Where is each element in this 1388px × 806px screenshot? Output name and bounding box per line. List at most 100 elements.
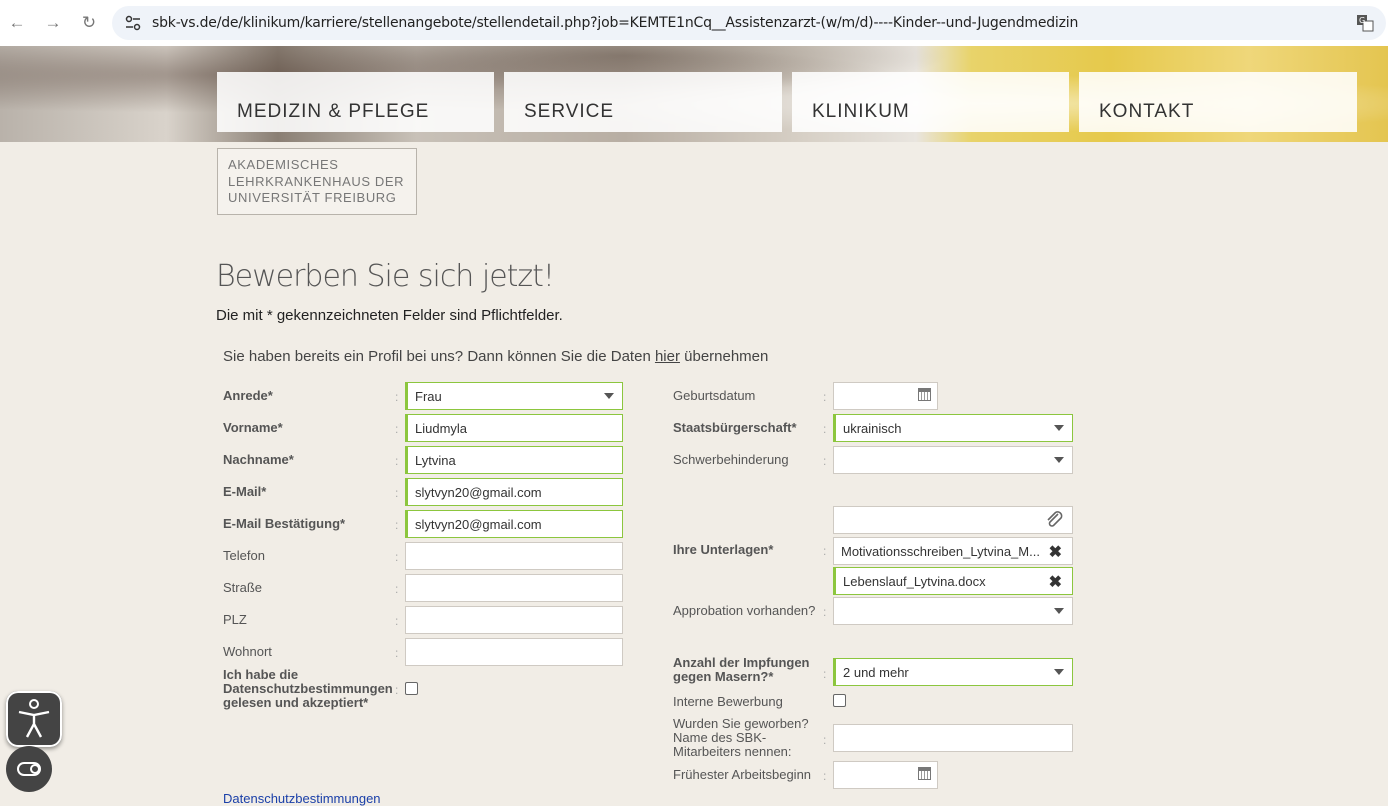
email-input[interactable]: slytvyn20@gmail.com xyxy=(405,478,623,506)
colon: : xyxy=(823,667,827,681)
arbeitsbeginn-input[interactable] xyxy=(833,761,938,789)
badge-line: LEHRKRANKENHAUS DER xyxy=(228,174,405,189)
wohnort-input[interactable] xyxy=(405,638,623,666)
arbeitsbeginn-label: Frühester Arbeitsbeginn xyxy=(673,767,812,782)
chevron-down-icon xyxy=(1054,669,1064,675)
browser-toolbar: ← → ↻ sbk-vs.de/de/klinikum/karriere/ste… xyxy=(0,0,1388,46)
approbation-label: Approbation vorhanden? xyxy=(673,603,816,618)
profile-import-link[interactable]: hier xyxy=(655,348,680,365)
colon: : xyxy=(395,422,399,436)
colon: : xyxy=(395,486,399,500)
staatsbuergerschaft-select[interactable]: ukrainisch xyxy=(833,414,1073,442)
uploaded-file-item: Lebenslauf_Lytvina.docx ✖ xyxy=(833,567,1073,595)
colon: : xyxy=(395,390,399,404)
address-bar[interactable]: sbk-vs.de/de/klinikum/karriere/stellenan… xyxy=(112,6,1386,40)
colon: : xyxy=(395,550,399,564)
colon: : xyxy=(823,422,827,436)
nav-item-service[interactable]: SERVICE xyxy=(504,72,782,132)
staatsbuergerschaft-value: ukrainisch xyxy=(843,421,902,436)
geburtsdatum-input[interactable] xyxy=(833,382,938,410)
approbation-select[interactable] xyxy=(833,597,1073,625)
toggle-widget-button[interactable] xyxy=(6,746,52,792)
geburtsdatum-label: Geburtsdatum xyxy=(673,388,756,403)
impfungen-select[interactable]: 2 und mehr xyxy=(833,658,1073,686)
university-badge: AKADEMISCHES LEHRKRANKENHAUS DER UNIVERS… xyxy=(217,148,417,215)
email-confirm-value: slytvyn20@gmail.com xyxy=(415,517,542,532)
reload-icon[interactable]: ↻ xyxy=(76,10,102,36)
hero-banner: MEDIZIN & PFLEGE SERVICE KLINIKUM KONTAK… xyxy=(0,46,1388,142)
profile-import-note: Sie haben bereits ein Profil bei uns? Da… xyxy=(223,348,768,365)
colon: : xyxy=(395,683,399,697)
toggle-icon xyxy=(17,762,41,776)
anrede-label: Anrede* xyxy=(223,388,273,403)
colon: : xyxy=(395,646,399,660)
plz-label: PLZ xyxy=(223,612,247,627)
interne-bewerbung-checkbox[interactable] xyxy=(833,694,846,707)
colon: : xyxy=(823,605,827,619)
telefon-input[interactable] xyxy=(405,542,623,570)
privacy-label: Ich habe die Datenschutzbestimmungen gel… xyxy=(223,667,393,710)
url-text: sbk-vs.de/de/klinikum/karriere/stellenan… xyxy=(152,15,1079,31)
file-name: Motivationsschreiben_Lytvina_M... xyxy=(841,544,1040,559)
impfungen-value: 2 und mehr xyxy=(843,665,909,680)
badge-line: AKADEMISCHES xyxy=(228,157,339,172)
email-confirm-input[interactable]: slytvyn20@gmail.com xyxy=(405,510,623,538)
telefon-label: Telefon xyxy=(223,548,265,563)
colon: : xyxy=(823,769,827,783)
back-arrow-icon[interactable]: ← xyxy=(4,10,30,36)
colon: : xyxy=(395,582,399,596)
email-value: slytvyn20@gmail.com xyxy=(415,485,542,500)
unterlagen-label: Ihre Unterlagen* xyxy=(673,542,774,557)
chevron-down-icon xyxy=(1054,425,1064,431)
nav-item-label: SERVICE xyxy=(524,101,615,122)
colon: : xyxy=(823,454,827,468)
calendar-icon[interactable] xyxy=(918,388,931,401)
nachname-label: Nachname* xyxy=(223,452,294,467)
profile-note-text: übernehmen xyxy=(679,348,769,365)
email-confirm-label: E-Mail Bestätigung* xyxy=(223,516,346,531)
wohnort-label: Wohnort xyxy=(223,644,272,659)
nav-item-klinikum[interactable]: KLINIKUM xyxy=(792,72,1069,132)
vorname-value: Liudmyla xyxy=(415,421,468,436)
vorname-label: Vorname* xyxy=(223,420,283,435)
site-settings-icon[interactable] xyxy=(124,14,142,32)
remove-file-icon[interactable]: ✖ xyxy=(1049,542,1062,562)
geworben-input[interactable] xyxy=(833,724,1073,752)
paperclip-icon[interactable] xyxy=(1044,511,1064,529)
svg-text:G: G xyxy=(1359,16,1365,25)
privacy-checkbox[interactable] xyxy=(405,682,418,695)
file-upload-input[interactable] xyxy=(833,506,1073,534)
colon: : xyxy=(395,518,399,532)
datenschutz-link[interactable]: Datenschutzbestimmungen xyxy=(223,791,381,806)
profile-note-text: Sie haben bereits ein Profil bei uns? Da… xyxy=(223,348,655,365)
nav-item-label: KLINIKUM xyxy=(812,101,910,122)
remove-file-icon[interactable]: ✖ xyxy=(1049,572,1062,592)
geworben-label: Wurden Sie geworben? Name des SBK- Mitar… xyxy=(673,716,809,759)
nav-item-kontakt[interactable]: KONTAKT xyxy=(1079,72,1357,132)
file-name: Lebenslauf_Lytvina.docx xyxy=(843,574,986,589)
calendar-icon[interactable] xyxy=(918,767,931,780)
colon: : xyxy=(823,544,827,558)
plz-input[interactable] xyxy=(405,606,623,634)
schwerbehinderung-label: Schwerbehinderung xyxy=(673,452,789,467)
strasse-label: Straße xyxy=(223,580,263,595)
chevron-down-icon xyxy=(1054,608,1064,614)
colon: : xyxy=(823,390,827,404)
colon: : xyxy=(395,614,399,628)
nav-item-medizin-pflege[interactable]: MEDIZIN & PFLEGE xyxy=(217,72,494,132)
translate-icon[interactable]: G xyxy=(1356,14,1374,32)
nav-item-label: MEDIZIN & PFLEGE xyxy=(237,101,430,122)
anrede-value: Frau xyxy=(415,389,442,404)
chevron-down-icon xyxy=(604,393,614,399)
nav-item-label: KONTAKT xyxy=(1099,101,1195,122)
strasse-input[interactable] xyxy=(405,574,623,602)
anrede-select[interactable]: Frau xyxy=(405,382,623,410)
chevron-down-icon xyxy=(1054,457,1064,463)
schwerbehinderung-select[interactable] xyxy=(833,446,1073,474)
vorname-input[interactable]: Liudmyla xyxy=(405,414,623,442)
accessibility-button[interactable] xyxy=(6,691,62,747)
forward-arrow-icon[interactable]: → xyxy=(40,10,66,36)
page-title: Bewerben Sie sich jetzt! xyxy=(216,259,555,294)
nachname-value: Lytvina xyxy=(415,453,456,468)
nachname-input[interactable]: Lytvina xyxy=(405,446,623,474)
